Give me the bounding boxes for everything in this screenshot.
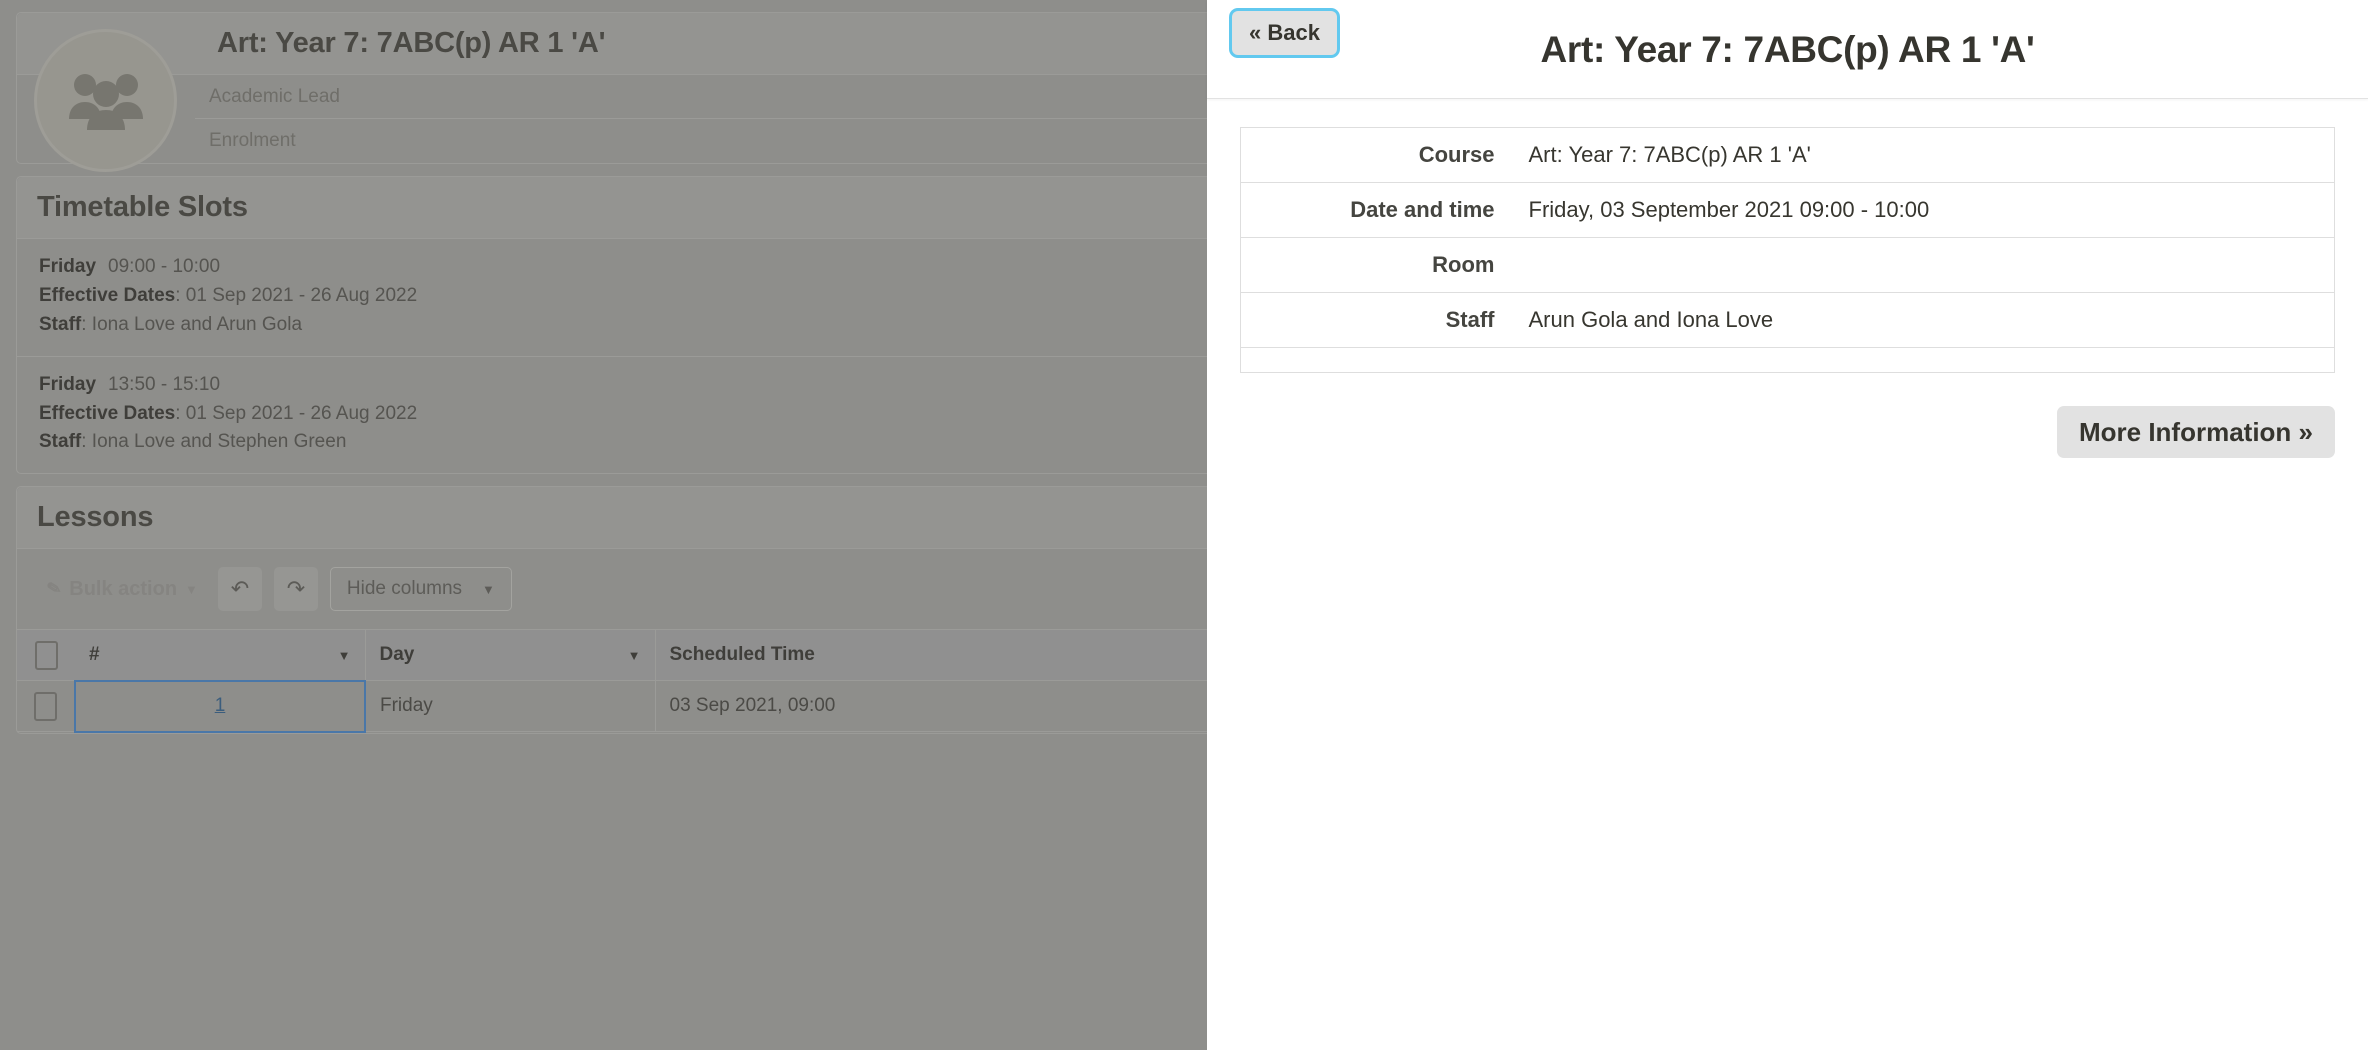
detail-label-room: Room [1241, 238, 1511, 293]
grid-header-scheduled-time[interactable]: Scheduled Time [655, 630, 1207, 681]
select-all-header[interactable] [17, 630, 75, 681]
detail-row-room: Room [1241, 238, 2335, 293]
spacer-cell [1241, 348, 1511, 373]
course-title: Art: Year 7: 7ABC(p) AR 1 'A' [217, 27, 1207, 60]
slot-time: 13:50 - 15:10 [108, 374, 220, 395]
detail-value-date-and-time: Friday, 03 September 2021 09:00 - 10:00 [1511, 183, 2335, 238]
bulk-action-button[interactable]: pencil-icon ✎ Bulk action ▼ [39, 578, 206, 601]
academic-lead-label: Academic Lead [209, 86, 340, 108]
avatar [34, 29, 177, 172]
slot-staff: : Iona Love and Stephen Green [81, 431, 346, 452]
table-row[interactable]: 1 Friday 03 Sep 2021, 09:00 [17, 681, 1207, 732]
group-people-icon [67, 72, 145, 130]
row-checkbox[interactable] [34, 692, 57, 721]
slot-effective-dates: : 01 Sep 2021 - 26 Aug 2022 [175, 403, 417, 424]
chevron-down-icon: ▼ [482, 582, 495, 597]
grid-header-day[interactable]: Day ▼ [365, 630, 655, 681]
grid-header-number[interactable]: # ▼ [75, 630, 365, 681]
detail-table-spacer [1241, 348, 2335, 373]
slot-time: 09:00 - 10:00 [108, 256, 220, 277]
slot-effective-dates: : 01 Sep 2021 - 26 Aug 2022 [175, 285, 417, 306]
slot-day: Friday [39, 256, 96, 277]
grid-header-day-label: Day [380, 644, 415, 666]
grid-header-number-label: # [89, 644, 100, 666]
detail-row-course: Course Art: Year 7: 7ABC(p) AR 1 'A' [1241, 128, 2335, 183]
undo-button[interactable]: ↶ [218, 567, 262, 611]
spacer-cell [1511, 348, 2335, 373]
modal-actions: More Information » [1240, 406, 2335, 458]
slot-effective-dates-label: Effective Dates [39, 403, 175, 424]
course-meta-rows: Academic Lead Arun Gola and Iona Love En… [17, 75, 1207, 163]
detail-label-course: Course [1241, 128, 1511, 183]
cell-scheduled-time[interactable]: 03 Sep 2021, 09:00 [655, 681, 1207, 732]
chevron-down-icon[interactable]: ▼ [338, 648, 351, 663]
detail-label-date-and-time: Date and time [1241, 183, 1511, 238]
timetable-slots-header: Timetable Slots [17, 177, 1207, 239]
modal-body: Course Art: Year 7: 7ABC(p) AR 1 'A' Dat… [1207, 99, 2368, 458]
slot-staff: : Iona Love and Arun Gola [81, 314, 302, 335]
cell-lesson-number[interactable]: 1 [75, 681, 365, 732]
redo-icon: ↷ [287, 576, 305, 602]
course-meta-row: Enrolment 38 Students [195, 119, 1207, 163]
hide-columns-dropdown[interactable]: Hide columns ▼ [330, 567, 512, 611]
pencil-glyph: ✎ [45, 578, 63, 601]
timetable-slots-card: Timetable Slots Friday 09:00 - 10:00 Effe… [16, 176, 1207, 474]
redo-button[interactable]: ↷ [274, 567, 318, 611]
detail-label-staff: Staff [1241, 293, 1511, 348]
lessons-grid: # ▼ Day ▼ Scheduled Time [17, 629, 1207, 733]
more-information-button[interactable]: More Information » [2057, 406, 2335, 458]
hide-columns-label: Hide columns [347, 578, 462, 600]
timetable-slot: Friday 13:50 - 15:10 Effective Dates: 01 … [17, 357, 1207, 474]
slot-staff-label: Staff [39, 431, 81, 452]
lesson-number-link[interactable]: 1 [215, 695, 226, 716]
enrolment-label: Enrolment [209, 130, 296, 152]
course-meta-row: Academic Lead Arun Gola and Iona Love [195, 75, 1207, 119]
page-backdrop-dimmed: Art: Year 7: 7ABC(p) AR 1 'A' Academic L… [0, 0, 1207, 1050]
detail-value-room [1511, 238, 2335, 293]
slot-day: Friday [39, 374, 96, 395]
grid-header-scheduled-time-label: Scheduled Time [670, 644, 815, 666]
grid-header-row: # ▼ Day ▼ Scheduled Time [17, 630, 1207, 681]
course-card-header: Art: Year 7: 7ABC(p) AR 1 'A' [17, 13, 1207, 75]
lessons-header: Lessons [17, 487, 1207, 549]
timetable-slot: Friday 09:00 - 10:00 Effective Dates: 01 … [17, 239, 1207, 357]
bulk-action-label: Bulk action [69, 578, 177, 601]
back-button[interactable]: « Back [1232, 11, 1337, 55]
select-all-checkbox[interactable] [35, 641, 58, 670]
modal-title: Art: Year 7: 7ABC(p) AR 1 'A' [1207, 0, 2368, 99]
detail-value-staff: Arun Gola and Iona Love [1511, 293, 2335, 348]
cell-day[interactable]: Friday [365, 681, 655, 732]
detail-row-staff: Staff Arun Gola and Iona Love [1241, 293, 2335, 348]
lessons-card: Lessons pencil-icon ✎ Bulk action ▼ ↶ ↷ … [16, 486, 1207, 734]
undo-icon: ↶ [231, 576, 249, 602]
detail-row-date-and-time: Date and time Friday, 03 September 2021 … [1241, 183, 2335, 238]
modal-header: « Back Art: Year 7: 7ABC(p) AR 1 'A' [1207, 0, 2368, 99]
slot-staff-label: Staff [39, 314, 81, 335]
row-select-cell[interactable] [17, 681, 75, 732]
chevron-down-icon[interactable]: ▼ [628, 648, 641, 663]
lesson-detail-table: Course Art: Year 7: 7ABC(p) AR 1 'A' Dat… [1240, 127, 2335, 373]
timetable-slots-heading: Timetable Slots [37, 191, 1207, 224]
detail-value-course: Art: Year 7: 7ABC(p) AR 1 'A' [1511, 128, 2335, 183]
lessons-heading: Lessons [37, 501, 1207, 534]
lesson-detail-modal: « Back Art: Year 7: 7ABC(p) AR 1 'A' Cou… [1207, 0, 2368, 1050]
course-summary-card: Art: Year 7: 7ABC(p) AR 1 'A' Academic L… [16, 12, 1207, 164]
slot-effective-dates-label: Effective Dates [39, 285, 175, 306]
chevron-down-icon: ▼ [185, 582, 198, 597]
lessons-toolbar: pencil-icon ✎ Bulk action ▼ ↶ ↷ Hide col… [17, 549, 1207, 629]
